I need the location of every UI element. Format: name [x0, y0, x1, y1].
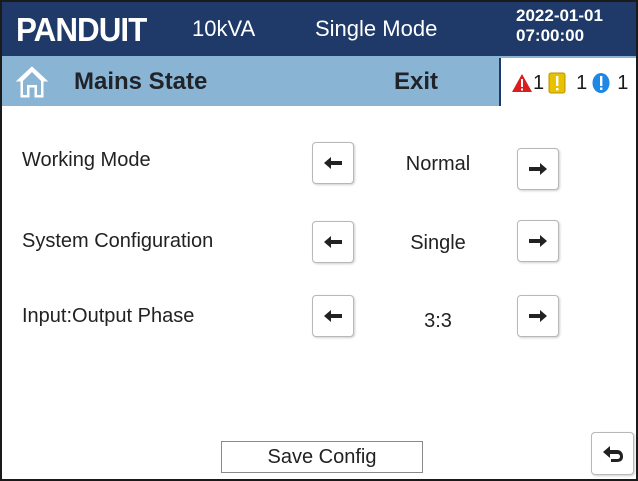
working-mode-prev-button[interactable]	[312, 142, 354, 184]
capacity-label: 10kVA	[192, 16, 256, 41]
critical-alarm-count: 1	[533, 71, 545, 94]
input-output-phase-value: 3:3	[424, 310, 452, 332]
system-configuration-value: Single	[410, 232, 466, 254]
exit-button[interactable]: Exit	[394, 68, 438, 96]
info-alarm-icon	[592, 73, 610, 93]
page-title: Mains State	[74, 68, 208, 95]
back-button[interactable]	[591, 432, 634, 475]
app-window: PANDUIT 10kVA Single Mode 2022-01-01 07:…	[0, 0, 638, 481]
input-output-phase-label: Input:Output Phase	[22, 305, 195, 327]
working-mode-value: Normal	[405, 153, 471, 175]
page-header-bar: Mains State Exit 1 1 1	[2, 56, 636, 106]
system-configuration-prev-button[interactable]	[312, 221, 354, 263]
arrow-left-icon	[324, 236, 342, 248]
save-config-button[interactable]: Save Config	[221, 441, 423, 473]
input-output-phase-prev-button[interactable]	[312, 295, 354, 337]
info-alarm-count: 1	[617, 71, 629, 94]
warning-alarm-count: 1	[576, 71, 588, 94]
return-arrow-icon	[602, 445, 623, 462]
system-configuration-next-button[interactable]	[517, 220, 559, 262]
system-configuration-label: System Configuration	[22, 230, 214, 252]
working-mode-next-button[interactable]	[517, 148, 559, 190]
datetime-display: 2022-01-01 07:00:00	[516, 6, 603, 46]
input-output-phase-next-button[interactable]	[517, 295, 559, 337]
critical-alarm-icon	[512, 74, 532, 92]
date-text: 2022-01-01	[516, 6, 603, 25]
brand-logo: PANDUIT	[16, 11, 147, 48]
alarm-summary-panel[interactable]: 1 1 1	[499, 58, 636, 106]
system-mode-label: Single Mode	[315, 16, 438, 41]
arrow-right-icon	[529, 163, 547, 175]
warning-alarm-icon	[548, 72, 566, 94]
arrow-right-icon	[529, 235, 547, 247]
working-mode-label: Working Mode	[22, 149, 151, 171]
home-button[interactable]	[14, 64, 50, 100]
arrow-right-icon	[529, 310, 547, 322]
time-text: 07:00:00	[516, 26, 585, 45]
top-status-bar: PANDUIT 10kVA Single Mode 2022-01-01 07:…	[2, 2, 636, 56]
arrow-left-icon	[324, 157, 342, 169]
home-icon	[15, 66, 49, 98]
arrow-left-icon	[324, 310, 342, 322]
